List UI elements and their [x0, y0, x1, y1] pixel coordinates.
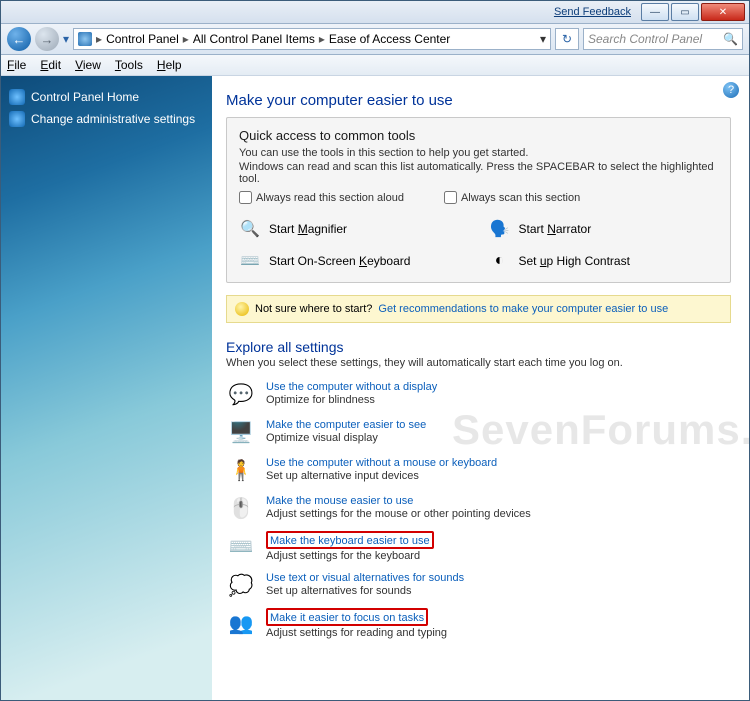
address-dropdown-icon[interactable]: ▾ [540, 32, 546, 46]
main-content: ? SevenForums.com Make your computer eas… [212, 76, 749, 701]
breadcrumb-sep-icon: ▸ [96, 32, 102, 46]
setting-no-mouse-keyboard: 🧍 Use the computer without a mouse or ke… [226, 455, 731, 485]
menubar: File Edit View Tools Help [1, 55, 749, 76]
back-button[interactable]: ← [7, 27, 31, 51]
search-box[interactable]: Search Control Panel 🔍 [583, 28, 743, 50]
keyboard-icon: ⌨️ [226, 531, 256, 561]
titlebar: Send Feedback — ▭ ✕ [1, 1, 749, 24]
body: Control Panel Home Change administrative… [1, 76, 749, 701]
explore-title: Explore all settings [226, 339, 731, 355]
setting-link[interactable]: Use the computer without a display [266, 381, 437, 393]
setting-keyboard: ⌨️ Make the keyboard easier to use Adjust… [226, 531, 731, 562]
magnifier-icon: 🔍 [239, 218, 261, 240]
setting-easier-to-see: 🖥️ Make the computer easier to seeOptimi… [226, 417, 731, 447]
setting-link[interactable]: Make the keyboard easier to use [270, 535, 430, 547]
setting-desc: Adjust settings for reading and typing [266, 627, 447, 639]
send-feedback-link[interactable]: Send Feedback [554, 6, 631, 18]
quicklink-highcontrast[interactable]: ◐Set up High Contrast [489, 250, 719, 272]
setting-desc: Adjust settings for the mouse or other p… [266, 508, 531, 520]
setting-no-display: 💬 Use the computer without a displayOpti… [226, 379, 731, 409]
quick-access-title: Quick access to common tools [239, 128, 718, 143]
navbar: ← → ▾ ▸ Control Panel ▸ All Control Pane… [1, 24, 749, 55]
checkbox-read-aloud[interactable]: Always read this section aloud [239, 191, 404, 204]
maximize-button[interactable]: ▭ [671, 3, 699, 21]
quick-access-desc1: You can use the tools in this section to… [239, 147, 718, 159]
quicklink-osk[interactable]: ⌨️Start On-Screen Keyboard [239, 250, 469, 272]
setting-sound-alternatives: 💭 Use text or visual alternatives for so… [226, 570, 731, 600]
sound-icon: 💭 [226, 570, 256, 600]
shield-icon [9, 111, 25, 127]
tip-link[interactable]: Get recommendations to make your compute… [378, 303, 668, 315]
recent-dropdown-icon[interactable]: ▾ [63, 32, 69, 46]
tip-bar: Not sure where to start? Get recommendat… [226, 295, 731, 323]
breadcrumb-seg-2[interactable]: All Control Panel Items [193, 32, 315, 46]
menu-file[interactable]: File [7, 58, 26, 72]
setting-link[interactable]: Make the mouse easier to use [266, 495, 413, 507]
setting-focus: 👥 Make it easier to focus on tasks Adjust… [226, 608, 731, 639]
breadcrumb-sep-icon: ▸ [183, 32, 189, 46]
setting-desc: Optimize for blindness [266, 394, 437, 406]
setting-desc: Set up alternatives for sounds [266, 585, 464, 597]
person-icon: 🧍 [226, 455, 256, 485]
setting-link[interactable]: Use text or visual alternatives for soun… [266, 572, 464, 584]
sidebar-home[interactable]: Control Panel Home [9, 86, 204, 108]
explore-subtitle: When you select these settings, they wil… [226, 357, 731, 369]
checkbox-scan-section[interactable]: Always scan this section [444, 191, 580, 204]
setting-link[interactable]: Use the computer without a mouse or keyb… [266, 457, 497, 469]
menu-edit[interactable]: Edit [40, 58, 61, 72]
minimize-button[interactable]: — [641, 3, 669, 21]
setting-link[interactable]: Make it easier to focus on tasks [270, 612, 424, 624]
setting-link[interactable]: Make the computer easier to see [266, 419, 426, 431]
control-panel-icon [78, 32, 92, 46]
keyboard-icon: ⌨️ [239, 250, 261, 272]
quick-access-panel: Quick access to common tools You can use… [226, 117, 731, 283]
breadcrumb-seg-3[interactable]: Ease of Access Center [329, 32, 450, 46]
home-icon [9, 89, 25, 105]
contrast-icon: ◐ [489, 250, 511, 272]
tip-question: Not sure where to start? [255, 303, 372, 315]
lightbulb-icon [235, 302, 249, 316]
breadcrumb-seg-1[interactable]: Control Panel [106, 32, 179, 46]
setting-desc: Set up alternative input devices [266, 470, 497, 482]
menu-tools[interactable]: Tools [115, 58, 143, 72]
page-title: Make your computer easier to use [226, 92, 731, 109]
speech-bubble-icon: 💬 [226, 379, 256, 409]
quick-access-desc2: Windows can read and scan this list auto… [239, 161, 718, 185]
setting-desc: Optimize visual display [266, 432, 426, 444]
breadcrumb-sep-icon: ▸ [319, 32, 325, 46]
setting-desc: Adjust settings for the keyboard [266, 550, 434, 562]
quicklink-magnifier[interactable]: 🔍Start Magnifier [239, 218, 469, 240]
search-placeholder: Search Control Panel [588, 32, 702, 46]
sidebar: Control Panel Home Change administrative… [1, 76, 212, 701]
mouse-icon: 🖱️ [226, 493, 256, 523]
display-icon: 🖥️ [226, 417, 256, 447]
forward-button[interactable]: → [35, 27, 59, 51]
close-button[interactable]: ✕ [701, 3, 745, 21]
help-icon[interactable]: ? [723, 82, 739, 98]
search-icon: 🔍 [723, 32, 738, 46]
menu-help[interactable]: Help [157, 58, 182, 72]
narrator-icon: 🗣️ [489, 218, 511, 240]
address-bar[interactable]: ▸ Control Panel ▸ All Control Panel Item… [73, 28, 551, 50]
quicklink-narrator[interactable]: 🗣️Start Narrator [489, 218, 719, 240]
person-tasks-icon: 👥 [226, 608, 256, 638]
setting-mouse: 🖱️ Make the mouse easier to useAdjust se… [226, 493, 731, 523]
window: Send Feedback — ▭ ✕ ← → ▾ ▸ Control Pane… [0, 0, 750, 701]
menu-view[interactable]: View [75, 58, 101, 72]
refresh-button[interactable]: ↻ [555, 28, 579, 50]
sidebar-admin[interactable]: Change administrative settings [9, 108, 204, 130]
